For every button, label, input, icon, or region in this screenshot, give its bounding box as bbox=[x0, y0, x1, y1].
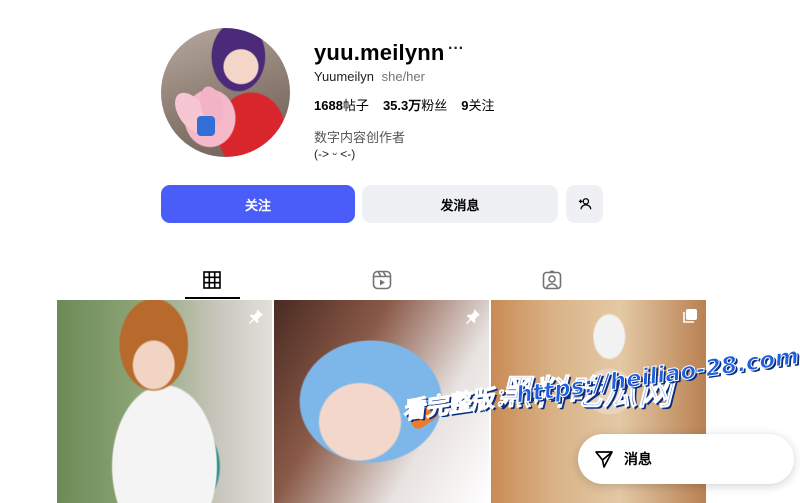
followers-stat[interactable]: 35.3万粉丝 bbox=[383, 95, 447, 114]
pin-icon bbox=[466, 309, 480, 324]
following-count: 9 bbox=[461, 98, 469, 113]
more-horizontal-icon[interactable]: ··· bbox=[448, 40, 464, 58]
grid-icon bbox=[203, 271, 221, 289]
profile-bio: (-> ᵕ <-) bbox=[314, 147, 356, 161]
tab-reels[interactable] bbox=[370, 268, 394, 292]
posts-stat[interactable]: 1688帖子 bbox=[314, 95, 369, 114]
profile-stats: 1688帖子 35.3万粉丝 9关注 bbox=[314, 95, 495, 114]
add-friend-button[interactable] bbox=[566, 185, 603, 223]
following-label: 关注 bbox=[468, 98, 495, 113]
send-icon bbox=[595, 451, 613, 468]
person-add-icon bbox=[578, 198, 591, 210]
profile-category: 数字内容创作者 bbox=[314, 130, 406, 145]
follow-button[interactable]: 关注 bbox=[161, 185, 355, 223]
carousel-icon bbox=[683, 309, 697, 323]
posts-count: 1688 bbox=[314, 98, 343, 113]
profile-pronouns: she/her bbox=[381, 69, 425, 84]
active-tab-indicator bbox=[185, 297, 240, 299]
profile-name-line: Yuumeilyn she/her bbox=[314, 69, 425, 84]
posts-label: 帖子 bbox=[342, 98, 369, 113]
avatar-detail bbox=[197, 116, 215, 136]
tagged-icon bbox=[542, 270, 562, 290]
message-button[interactable]: 发消息 bbox=[362, 185, 558, 223]
reels-icon bbox=[372, 270, 392, 290]
profile-username: yuu.meilynn bbox=[314, 40, 445, 65]
followers-label: 粉丝 bbox=[421, 98, 448, 113]
floating-message-button[interactable]: 消息 bbox=[578, 434, 794, 484]
post-thumbnail[interactable] bbox=[57, 300, 272, 503]
tab-posts[interactable] bbox=[200, 268, 224, 292]
tab-tagged[interactable] bbox=[540, 268, 564, 292]
pin-icon bbox=[249, 309, 263, 324]
followers-count: 35.3万 bbox=[382, 98, 422, 113]
profile-display-name: Yuumeilyn bbox=[314, 69, 374, 84]
following-stat[interactable]: 9关注 bbox=[461, 95, 494, 114]
floating-message-label: 消息 bbox=[624, 451, 652, 467]
profile-avatar[interactable] bbox=[161, 28, 290, 157]
